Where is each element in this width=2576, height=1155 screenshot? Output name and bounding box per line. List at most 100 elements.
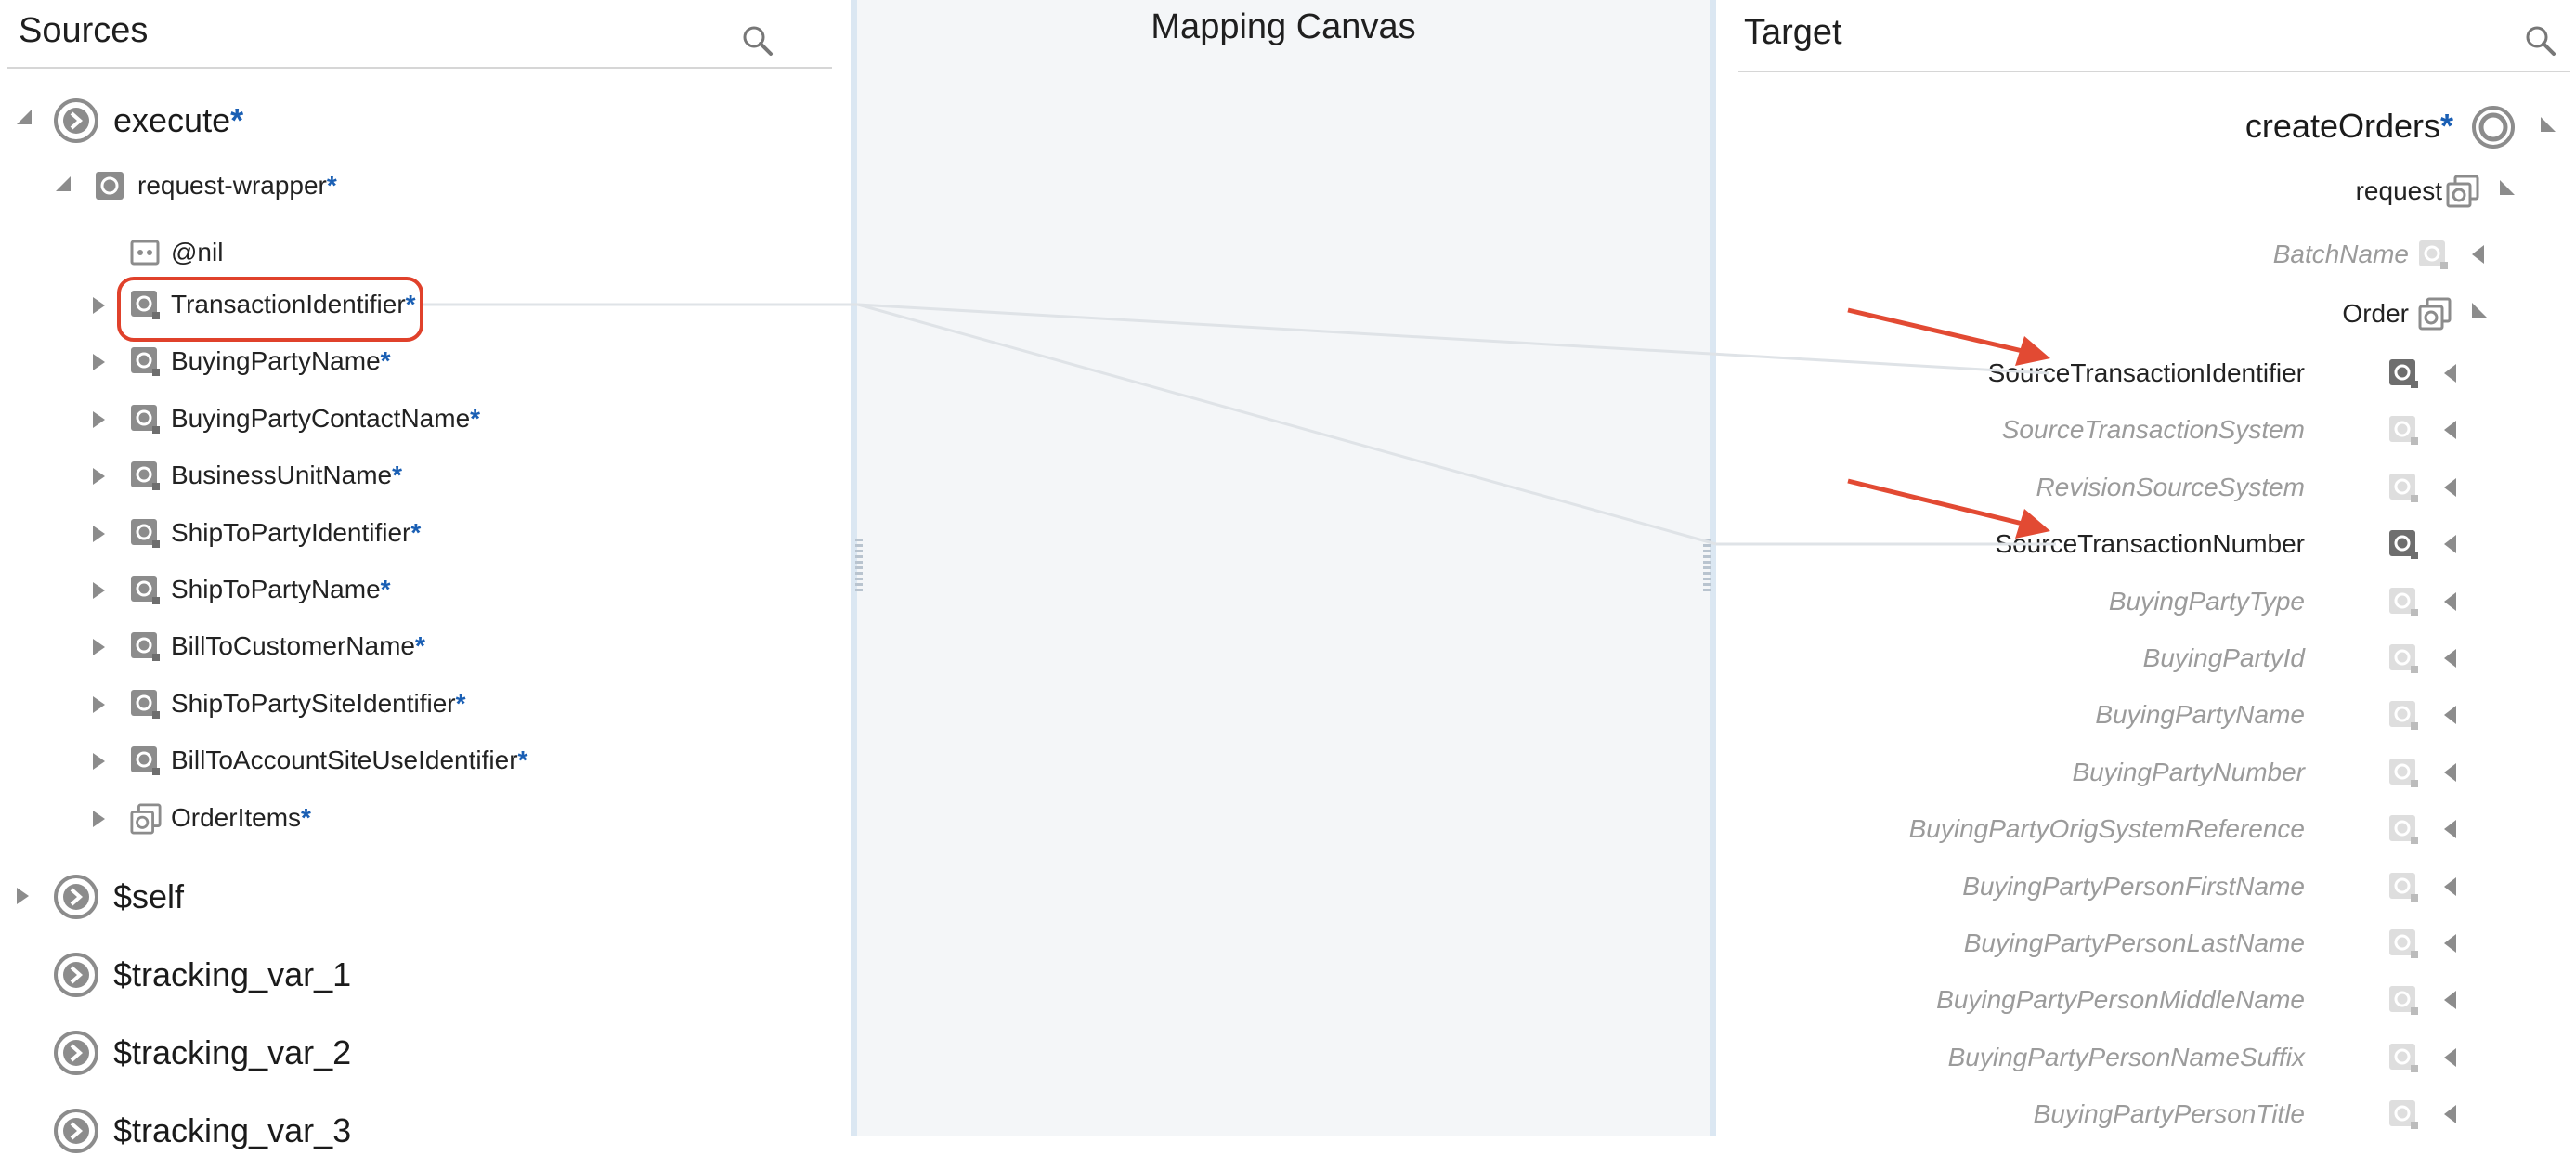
source-item-shiptopartyname[interactable]: ShipToPartyName* — [0, 567, 836, 616]
expand-caret-icon[interactable] — [2444, 706, 2456, 725]
mapping-canvas[interactable]: Mapping Canvas — [851, 0, 1716, 1136]
variable-node[interactable]: $tracking_var_1 — [0, 951, 836, 999]
required-marker: * — [517, 746, 528, 775]
expand-caret-icon[interactable] — [93, 410, 105, 428]
target-field[interactable]: RevisionSourceSystem — [1716, 465, 2576, 513]
expand-caret-icon[interactable] — [93, 525, 105, 542]
target-field[interactable]: SourceTransactionNumber — [1716, 522, 2576, 570]
tree-node-request-wrapper[interactable]: request-wrapper* — [0, 163, 836, 212]
target-field[interactable]: BuyingPartyPersonMiddleName — [1716, 978, 2576, 1026]
optional-element-icon — [2389, 1100, 2418, 1130]
optional-element-icon — [2419, 240, 2448, 269]
required-marker: * — [405, 290, 416, 318]
target-field[interactable]: BuyingPartyOrigSystemReference — [1716, 807, 2576, 855]
target-field[interactable]: BuyingPartyName — [1716, 693, 2576, 741]
source-item-billtoaccountsiteuseidentifier[interactable]: BillToAccountSiteUseIdentifier* — [0, 738, 836, 786]
right-resize-handle[interactable] — [1703, 539, 1711, 594]
expand-caret-icon[interactable] — [93, 297, 105, 314]
expand-caret-icon[interactable] — [93, 582, 105, 599]
expand-caret-icon[interactable] — [93, 354, 105, 371]
required-marker: * — [380, 346, 391, 376]
source-item-billtocustomername[interactable]: BillToCustomerName* — [0, 624, 836, 672]
target-field[interactable]: BuyingPartyId — [1716, 636, 2576, 684]
tree-node-nil[interactable]: @nil — [0, 230, 836, 279]
tree-node-createorders[interactable]: createOrders* — [1716, 102, 2576, 150]
collapse-caret-icon[interactable] — [2472, 303, 2487, 318]
expand-caret-icon[interactable] — [2444, 991, 2456, 1010]
search-icon[interactable] — [739, 22, 776, 59]
expand-caret-icon[interactable] — [2444, 364, 2456, 383]
expand-caret-icon[interactable] — [2444, 477, 2456, 497]
target-field[interactable]: BuyingPartyPersonTitle — [1716, 1092, 2576, 1140]
target-field-label: BuyingPartyPersonMiddleName — [1936, 985, 2305, 1015]
variable-node[interactable]: $tracking_var_2 — [0, 1029, 836, 1077]
required-marker: * — [380, 575, 391, 603]
optional-element-icon — [2389, 416, 2418, 446]
expand-caret-icon[interactable] — [2444, 535, 2456, 554]
tree-node-batchname[interactable]: BatchName — [1716, 232, 2576, 280]
tree-node-execute[interactable]: execute* — [0, 97, 836, 145]
variable-node[interactable]: $self — [0, 873, 836, 921]
expand-caret-icon[interactable] — [2444, 876, 2456, 896]
required-marker: * — [230, 101, 244, 139]
tree-node-order[interactable]: Order — [1716, 292, 2576, 340]
required-marker: * — [410, 517, 422, 547]
expand-caret-icon[interactable] — [93, 695, 105, 713]
source-item-orderitems[interactable]: OrderItems* — [0, 796, 836, 844]
source-item-buyingpartyname[interactable]: BuyingPartyName* — [0, 339, 836, 387]
expand-caret-icon[interactable] — [93, 810, 105, 827]
left-resize-handle[interactable] — [855, 539, 863, 594]
expand-caret-icon[interactable] — [2444, 820, 2456, 839]
element-icon — [131, 632, 160, 662]
expand-caret-icon[interactable] — [2444, 649, 2456, 668]
target-field[interactable]: SourceTransactionSystem — [1716, 408, 2576, 456]
required-marker: * — [470, 403, 481, 433]
collapse-caret-icon[interactable] — [56, 176, 71, 191]
expand-caret-icon[interactable] — [2444, 934, 2456, 953]
expand-caret-icon[interactable] — [93, 753, 105, 771]
variable-icon — [54, 1109, 98, 1153]
createorders-label: createOrders — [2244, 107, 2440, 145]
element-icon — [131, 347, 160, 377]
expand-caret-icon[interactable] — [2444, 421, 2456, 440]
search-icon[interactable] — [2522, 22, 2559, 59]
expand-caret-icon[interactable] — [93, 639, 105, 656]
required-marker: * — [392, 461, 403, 490]
source-item-businessunitname[interactable]: BusinessUnitName* — [0, 453, 836, 501]
target-field[interactable]: BuyingPartyPersonLastName — [1716, 921, 2576, 969]
expand-caret-icon[interactable] — [2444, 1047, 2456, 1067]
variable-node[interactable]: $tracking_var_3 — [0, 1107, 836, 1155]
variable-icon — [54, 953, 98, 997]
source-item-label: ShipToPartyIdentifier — [171, 517, 411, 547]
order-label: Order — [2342, 299, 2409, 328]
source-item-label: BuyingPartyName — [171, 346, 381, 376]
expand-caret-icon[interactable] — [2472, 245, 2484, 264]
source-item-label: BillToAccountSiteUseIdentifier — [171, 746, 518, 775]
element-icon — [131, 746, 160, 776]
target-field[interactable]: BuyingPartyType — [1716, 579, 2576, 628]
source-item-buyingpartycontactname[interactable]: BuyingPartyContactName* — [0, 396, 836, 445]
expand-caret-icon[interactable] — [2444, 591, 2456, 611]
target-field[interactable]: BuyingPartyPersonFirstName — [1716, 864, 2576, 913]
source-item-label: TransactionIdentifier — [171, 290, 406, 318]
source-item-shiptopartysiteidentifier[interactable]: ShipToPartySiteIdentifier* — [0, 681, 836, 730]
target-field[interactable]: BuyingPartyPersonNameSuffix — [1716, 1035, 2576, 1084]
source-item-transactionidentifier[interactable]: TransactionIdentifier* — [0, 282, 836, 331]
target-field-label: BuyingPartyPersonNameSuffix — [1947, 1042, 2305, 1071]
expand-caret-icon[interactable] — [2444, 1105, 2456, 1124]
collapse-caret-icon[interactable] — [2541, 117, 2556, 132]
expand-caret-icon[interactable] — [2444, 762, 2456, 782]
element-icon — [131, 291, 160, 319]
request-wrapper-label: request-wrapper — [137, 171, 327, 200]
collapse-caret-icon[interactable] — [17, 110, 32, 124]
source-item-label: BuyingPartyContactName — [171, 403, 471, 433]
required-marker: * — [414, 631, 425, 661]
optional-element-icon — [2389, 929, 2418, 958]
source-item-shiptopartyidentifier[interactable]: ShipToPartyIdentifier* — [0, 511, 836, 559]
expand-caret-icon[interactable] — [17, 888, 29, 904]
tree-node-request[interactable]: request — [1716, 169, 2576, 217]
target-field[interactable]: SourceTransactionIdentifier — [1716, 351, 2576, 399]
collapse-caret-icon[interactable] — [2500, 180, 2515, 195]
target-field[interactable]: BuyingPartyNumber — [1716, 750, 2576, 798]
expand-caret-icon[interactable] — [93, 468, 105, 486]
